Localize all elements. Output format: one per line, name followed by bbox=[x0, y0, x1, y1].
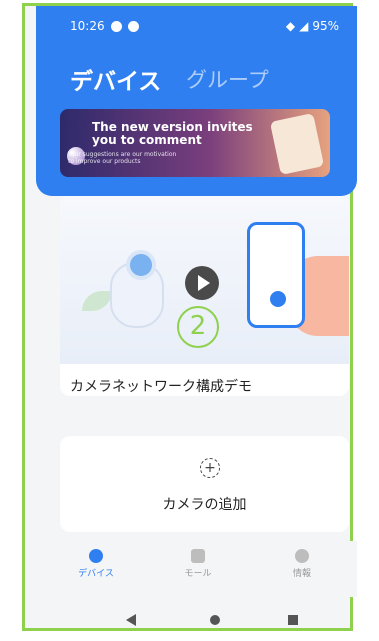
nav-item-devices[interactable]: デバイス bbox=[66, 549, 126, 579]
promo-banner[interactable]: The new version invites you to comment Y… bbox=[60, 109, 330, 177]
nav-label-mall: モール bbox=[184, 569, 212, 579]
banner-subtitle: Your suggestions are our motivation to i… bbox=[68, 151, 176, 165]
camera-lens-illustration bbox=[126, 250, 156, 280]
phone-illustration bbox=[247, 222, 305, 328]
shop-icon bbox=[191, 549, 205, 563]
camera-icon bbox=[89, 549, 103, 563]
tab-devices[interactable]: デバイス bbox=[70, 62, 161, 96]
banner-title: The new version invites you to comment bbox=[92, 121, 253, 147]
add-camera-card[interactable]: + カメラの追加 bbox=[60, 436, 349, 532]
app-screen: 10:26 ◆ ◢ 95% デバイス グループ + The new versio… bbox=[36, 6, 357, 626]
scroll-illustration bbox=[269, 113, 325, 175]
nav-label-info: 情報 bbox=[292, 569, 311, 579]
nav-label-devices: デバイス bbox=[78, 569, 114, 579]
back-icon[interactable] bbox=[126, 614, 136, 626]
add-camera-label: カメラの追加 bbox=[162, 497, 247, 513]
step-badge: 2 bbox=[177, 306, 219, 348]
nav-item-info[interactable]: 情報 bbox=[272, 549, 332, 579]
banner-subline2: to improve our products bbox=[68, 158, 141, 165]
home-icon[interactable] bbox=[210, 615, 220, 625]
system-navigation-bar bbox=[36, 606, 357, 634]
demo-card-label: カメラネットワーク構成デモ bbox=[70, 379, 252, 395]
banner-subline1: Your suggestions are our motivation bbox=[68, 151, 177, 158]
network-demo-card[interactable]: 2 カメラネットワーク構成デモ bbox=[60, 196, 349, 396]
nav-item-mall[interactable]: モール bbox=[168, 549, 228, 579]
bottom-navigation: デバイス モール 情報 bbox=[36, 541, 357, 597]
wifi-icon: ◆ bbox=[285, 19, 296, 33]
app-header: 10:26 ◆ ◢ 95% デバイス グループ + The new versio… bbox=[36, 6, 357, 196]
top-tabs: デバイス グループ + bbox=[70, 62, 357, 96]
time-text: 10:26 bbox=[70, 19, 105, 33]
add-camera-icon: + bbox=[200, 458, 220, 478]
status-bar: 10:26 ◆ ◢ 95% bbox=[70, 19, 339, 37]
check-icon bbox=[270, 291, 286, 307]
demo-illustration: 2 bbox=[60, 196, 349, 364]
banner-line2: you to comment bbox=[92, 133, 202, 147]
settings-notification-icon bbox=[110, 20, 122, 32]
user-icon bbox=[295, 549, 309, 563]
signal-icon: ◢ bbox=[299, 19, 309, 33]
battery-text: 95% bbox=[312, 19, 339, 33]
play-icon[interactable] bbox=[185, 266, 219, 300]
leaf-illustration bbox=[82, 291, 112, 311]
tab-groups[interactable]: グループ bbox=[186, 64, 269, 94]
app-notification-icon bbox=[127, 20, 139, 32]
recent-apps-icon[interactable] bbox=[288, 615, 298, 625]
